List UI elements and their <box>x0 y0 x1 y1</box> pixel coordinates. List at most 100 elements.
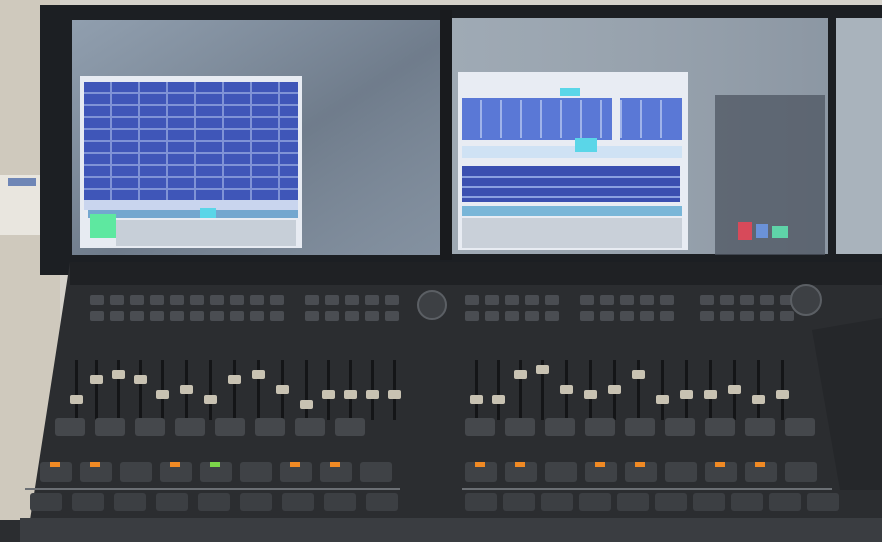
led-icon <box>595 462 605 467</box>
led-icon <box>170 462 180 467</box>
button-icon <box>345 295 359 305</box>
grid-line <box>194 82 196 200</box>
button-icon <box>720 295 734 305</box>
fader-icon <box>204 395 217 404</box>
small-red-indicator <box>738 222 752 240</box>
button-icon <box>465 311 479 321</box>
button-icon <box>465 493 497 511</box>
button-icon <box>505 295 519 305</box>
button-icon <box>620 295 634 305</box>
fader-icon <box>300 400 313 409</box>
doorway-reflection <box>715 95 825 255</box>
grid-line <box>84 92 298 94</box>
button-icon <box>700 311 714 321</box>
button-icon <box>745 418 775 436</box>
button-icon <box>505 311 519 321</box>
button-icon <box>740 295 754 305</box>
fader-icon <box>252 370 265 379</box>
button-icon <box>785 462 817 482</box>
fader-icon <box>492 395 505 404</box>
button-icon <box>295 418 325 436</box>
button-icon <box>585 418 615 436</box>
led-icon <box>755 462 765 467</box>
button-icon <box>731 493 763 511</box>
grid-line <box>462 196 680 198</box>
button-icon <box>655 493 687 511</box>
fader-icon <box>632 370 645 379</box>
fader-icon <box>752 395 765 404</box>
button-icon <box>465 418 495 436</box>
fader-icon <box>656 395 669 404</box>
center-window-strip <box>462 146 682 158</box>
button-icon <box>30 493 62 511</box>
button-icon <box>175 418 205 436</box>
separator-line <box>462 488 832 490</box>
grid-line <box>600 100 602 138</box>
fader-icon <box>584 390 597 399</box>
lighting-console-photo <box>0 0 882 542</box>
grid-line <box>84 116 298 118</box>
button-icon <box>740 311 754 321</box>
fader-track <box>497 360 500 420</box>
separator-line <box>25 488 400 490</box>
button-icon <box>255 418 285 436</box>
button-icon <box>230 311 244 321</box>
center-window-bar <box>462 206 682 216</box>
grid-line <box>540 100 542 138</box>
monitor-divider <box>440 10 452 260</box>
button-icon <box>720 311 734 321</box>
button-icon <box>545 295 559 305</box>
button-icon <box>156 493 188 511</box>
left-window-highlight <box>200 208 216 218</box>
fader-track <box>637 360 640 420</box>
fader-track <box>257 360 260 420</box>
led-icon <box>210 462 220 467</box>
fader-icon <box>70 395 83 404</box>
button-icon <box>525 295 539 305</box>
center-window-highlight <box>575 138 597 152</box>
button-icon <box>625 418 655 436</box>
button-icon <box>305 295 319 305</box>
button-icon <box>360 462 392 482</box>
button-icon <box>545 311 559 321</box>
button-icon <box>250 311 264 321</box>
led-icon <box>290 462 300 467</box>
button-icon <box>760 311 774 321</box>
grid-line <box>580 100 582 138</box>
button-icon <box>210 295 224 305</box>
button-icon <box>250 295 264 305</box>
button-icon <box>240 493 272 511</box>
button-icon <box>270 295 284 305</box>
button-icon <box>282 493 314 511</box>
button-icon <box>580 295 594 305</box>
grid-line <box>222 82 224 200</box>
console-front-edge <box>20 518 882 542</box>
led-icon <box>635 462 645 467</box>
fader-icon <box>776 390 789 399</box>
button-icon <box>485 295 499 305</box>
button-icon <box>90 311 104 321</box>
fader-icon <box>704 390 717 399</box>
button-icon <box>190 295 204 305</box>
button-icon <box>90 295 104 305</box>
grid-line <box>84 128 298 130</box>
button-icon <box>240 462 272 482</box>
grid-line <box>84 104 298 106</box>
fader-icon <box>90 375 103 384</box>
button-icon <box>120 462 152 482</box>
fader-icon <box>728 385 741 394</box>
fader-track <box>475 360 478 420</box>
center-window-top-highlight <box>560 88 580 96</box>
button-icon <box>135 418 165 436</box>
left-monitor-window <box>80 76 302 248</box>
button-icon <box>525 311 539 321</box>
button-icon <box>465 295 479 305</box>
button-icon <box>325 295 339 305</box>
grid-line <box>480 100 482 138</box>
fader-icon <box>322 390 335 399</box>
fader-icon <box>344 390 357 399</box>
fader-icon <box>608 385 621 394</box>
fader-icon <box>514 370 527 379</box>
button-icon <box>110 295 124 305</box>
button-icon <box>324 493 356 511</box>
